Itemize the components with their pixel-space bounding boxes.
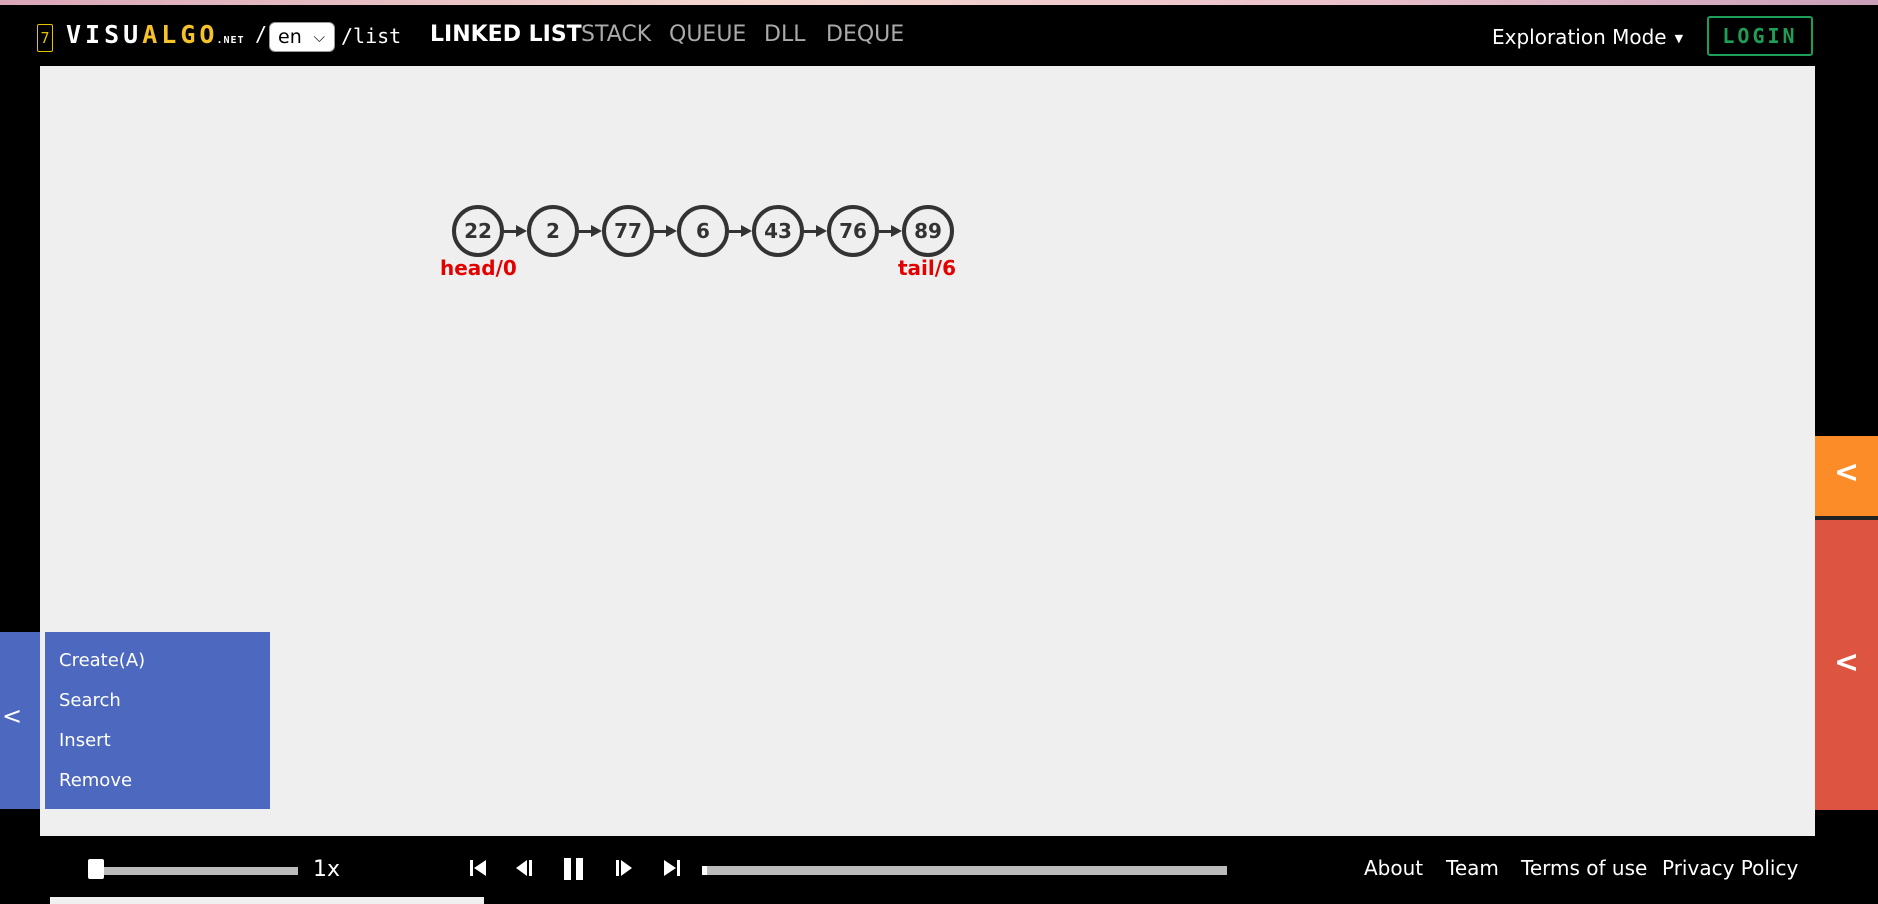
tab-deque[interactable]: DEQUE <box>826 22 904 47</box>
mode-label: Exploration Mode <box>1492 25 1667 49</box>
footer-link-team[interactable]: Team <box>1446 856 1499 880</box>
arrow-head-icon <box>891 225 902 237</box>
arrow-head-icon <box>591 225 602 237</box>
path-slash: / <box>255 22 268 46</box>
menu-item-insert[interactable]: Insert <box>59 730 111 751</box>
progress-fill <box>702 866 707 875</box>
menu-item-create[interactable]: Create(A) <box>59 650 145 671</box>
language-value: en <box>278 26 302 48</box>
list-node: 6 <box>677 205 729 257</box>
language-select[interactable]: en ⌵ <box>269 22 335 52</box>
tab-stack[interactable]: STACK <box>581 22 651 47</box>
step-back-icon[interactable] <box>513 857 535 885</box>
pause-icon[interactable] <box>561 857 587 887</box>
speed-slider-track[interactable] <box>90 867 298 875</box>
chevron-down-icon: ⌵ <box>313 28 325 46</box>
menu-item-remove[interactable]: Remove <box>59 770 132 791</box>
progress-slider[interactable] <box>702 866 1227 875</box>
login-button[interactable]: LOGIN <box>1707 16 1813 56</box>
visualgo-logo[interactable]: VISUALGO.NET <box>66 19 245 57</box>
list-node: 89 <box>902 205 954 257</box>
list-node: 77 <box>602 205 654 257</box>
tail-label: tail/6 <box>898 256 956 280</box>
list-node: 2 <box>527 205 579 257</box>
list-node: 76 <box>827 205 879 257</box>
tab-dll[interactable]: DLL <box>764 22 805 47</box>
speed-label: 1x <box>313 857 341 882</box>
step-forward-icon[interactable] <box>613 857 635 885</box>
caret-down-icon: ▼ <box>1674 32 1684 45</box>
chevron-left-icon: < <box>1834 645 1860 680</box>
collapse-chevron-icon: < <box>2 702 23 730</box>
arrow-head-icon <box>741 225 752 237</box>
speed-slider-handle[interactable] <box>88 859 104 879</box>
version-badge[interactable]: 7 <box>37 24 53 52</box>
arrow-head-icon <box>816 225 827 237</box>
page-path: /list <box>341 24 402 48</box>
tab-linked-list[interactable]: LINKED LIST <box>430 22 582 47</box>
menu-item-search[interactable]: Search <box>59 690 121 711</box>
skip-to-end-icon[interactable] <box>661 857 683 885</box>
codetrace-panel-toggle[interactable]: < <box>1815 520 1878 810</box>
status-panel-toggle[interactable]: < <box>1815 436 1878 518</box>
footer-link-about[interactable]: About <box>1364 856 1423 880</box>
list-node: 22 <box>452 205 504 257</box>
arrow-head-icon <box>666 225 677 237</box>
action-menu-toggle[interactable]: < <box>0 632 40 809</box>
head-label: head/0 <box>440 256 517 280</box>
visualization-canvas <box>40 66 1815 836</box>
action-menu: Create(A) Search Insert Remove <box>45 632 270 809</box>
list-node: 43 <box>752 205 804 257</box>
logo-white-text: VISU <box>66 20 143 49</box>
arrow-head-icon <box>516 225 527 237</box>
skip-to-start-icon[interactable] <box>467 857 489 885</box>
chevron-left-icon: < <box>1834 455 1860 490</box>
footer-link-terms[interactable]: Terms of use <box>1521 856 1647 880</box>
logo-net-text: .NET <box>216 35 245 46</box>
tab-queue[interactable]: QUEUE <box>669 22 746 47</box>
footer-link-privacy[interactable]: Privacy Policy <box>1662 856 1798 880</box>
mode-dropdown[interactable]: Exploration Mode ▼ <box>1492 25 1683 49</box>
taskbar-strip <box>50 897 484 904</box>
logo-yellow-text: ALGO <box>142 20 219 49</box>
